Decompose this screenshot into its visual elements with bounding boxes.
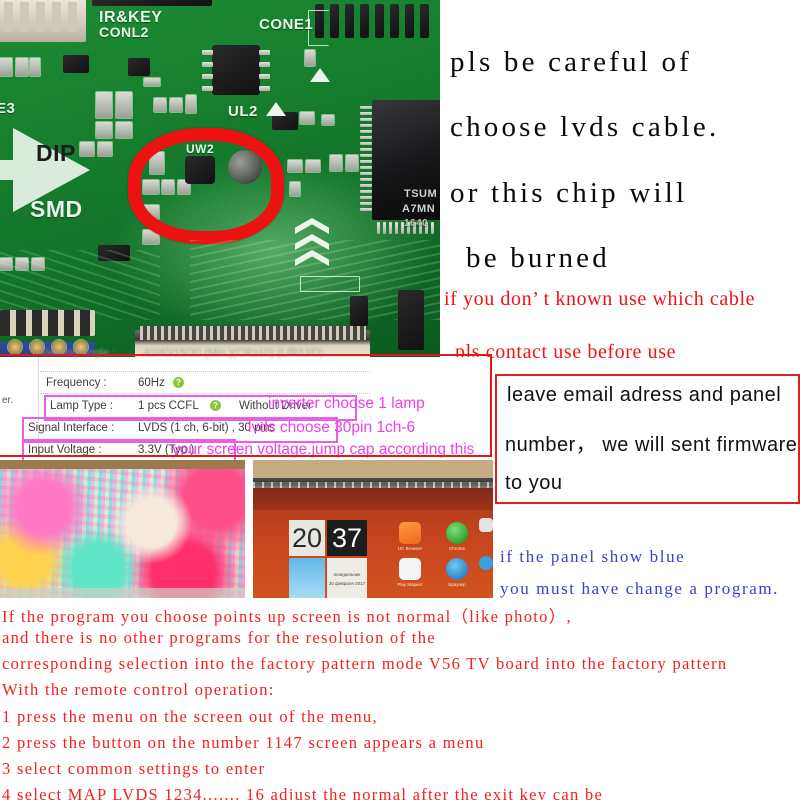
bottom-line-7: 3 select common settings to enter	[2, 759, 266, 778]
clock-minutes: 37	[331, 523, 363, 553]
email-box-line-1: leave email adress and panel	[507, 384, 782, 406]
photo-distorted-screen	[0, 460, 245, 598]
headline-line-2: choose lvds cable.	[450, 111, 720, 143]
bottom-line-2: and there is no other programs for the r…	[2, 628, 436, 647]
blue-notice-line-2: you must have change a program.	[500, 579, 780, 598]
silkscreen-smd: SMD	[30, 196, 83, 222]
connector-pin	[20, 2, 29, 32]
viewing-angle-label: Viewing Angle :	[40, 347, 116, 359]
help-icon[interactable]: ?	[173, 377, 184, 388]
silkscreen-dip: DIP	[36, 140, 76, 166]
chip-label-tsum: TSUM	[404, 188, 438, 200]
date-text: 20 февраля 2017	[328, 581, 366, 586]
silkscreen-cone1: CONE1	[259, 16, 314, 33]
tsum-main-chip	[372, 100, 440, 220]
clock-hours: 20	[291, 523, 323, 553]
bottom-line-6: 2 press the button on the number 1147 sc…	[2, 733, 485, 752]
table-row: Signal Interface : LVDS (1 ch, 6-bit) , …	[0, 417, 492, 443]
connector-pin	[36, 2, 45, 32]
chip-pins-left	[358, 104, 372, 216]
photo-android-screen: 20 37 понедельник 20 февраля 2017 UC Bro…	[253, 460, 493, 598]
app-label-browser: Браузер	[448, 582, 466, 587]
chip-label-1640: 1640	[404, 218, 429, 229]
bottom-line-4: With the remote control operation:	[2, 680, 275, 699]
connector-pin	[4, 2, 13, 32]
magenta-note-1: inverter choose 1 lamp	[268, 395, 425, 412]
viewing-angle-value: 40/40/15/30 (Min.)(CR≥10) (L/R/U/D)	[143, 347, 324, 359]
app-icon-chrome	[446, 522, 468, 544]
headline-line-1: pls be careful of	[450, 46, 693, 78]
frequency-label: Frequency :	[46, 377, 107, 389]
date-day: понедельник	[333, 572, 361, 577]
app-icon-play-market	[399, 558, 421, 580]
app-label-play-market: Play Маркет	[397, 582, 423, 587]
divider-top	[0, 354, 492, 356]
app-icon-uc-browser	[399, 522, 421, 544]
signal-interface-label: Signal Interface :	[28, 422, 115, 434]
page-root: TSUM A7MN 1640 UW2 IR&KEY CONL2 CONE1 UL…	[0, 0, 800, 800]
email-instruction-box: leave email adress and panel number， we …	[495, 374, 800, 504]
magenta-note-2: lvds choose 30pin 1ch-6	[248, 419, 416, 436]
lamp-type-value: 1 pcs CCFL	[138, 400, 199, 412]
connector-pin	[68, 2, 77, 32]
left-text-fragment: er.	[2, 395, 14, 406]
email-box-line-2: number， we will sent firmware	[505, 434, 798, 456]
red-circle-annotation	[128, 128, 284, 244]
app-icon-browser	[446, 558, 468, 580]
header-strip	[92, 0, 212, 6]
email-box-line-3: to you	[505, 472, 563, 494]
silkscreen-e3: E3	[0, 100, 16, 117]
pin-header-cone1	[315, 0, 440, 40]
distorted-picture	[0, 469, 245, 598]
blue-notice-line-1: if the panel show blue	[500, 547, 686, 566]
connector-pin	[52, 2, 61, 32]
red-notice-line-1: if you don’ t known use which cable	[444, 288, 756, 310]
app-label-uc-browser: UC Browser	[397, 546, 423, 551]
bottom-line-3: corresponding selection into the factory…	[2, 654, 728, 673]
bottom-line-8: 4 select MAP LVDS 1234....... 16 adjust …	[2, 785, 604, 800]
help-icon[interactable]: ?	[210, 400, 221, 411]
lamp-type-label: Lamp Type :	[50, 400, 114, 412]
silkscreen-conl2: CONL2	[99, 24, 149, 40]
divider-right	[490, 354, 492, 455]
pcb-photo: TSUM A7MN 1640 UW2 IR&KEY CONL2 CONE1 UL…	[0, 0, 440, 358]
headline-line-4: be burned	[466, 242, 610, 274]
bottom-line-1: If the program you choose points up scre…	[2, 607, 572, 626]
chip-label-a7mn: A7MN	[402, 203, 436, 215]
headline-line-3: or this chip will	[450, 177, 688, 209]
frequency-value: 60Hz	[138, 377, 165, 389]
dip-switch	[0, 310, 95, 336]
weather-tile	[289, 558, 325, 598]
table-row: Frequency : 60Hz ?	[0, 373, 492, 395]
bottom-line-5: 1 press the menu on the screen out of th…	[2, 707, 378, 726]
divider-bottom	[0, 455, 492, 457]
silkscreen-ul2: UL2	[228, 103, 258, 120]
app-label-chrome: Chrome	[448, 546, 465, 551]
soic-chip-ul2	[212, 45, 260, 95]
lvds-connector-pins	[140, 326, 366, 340]
